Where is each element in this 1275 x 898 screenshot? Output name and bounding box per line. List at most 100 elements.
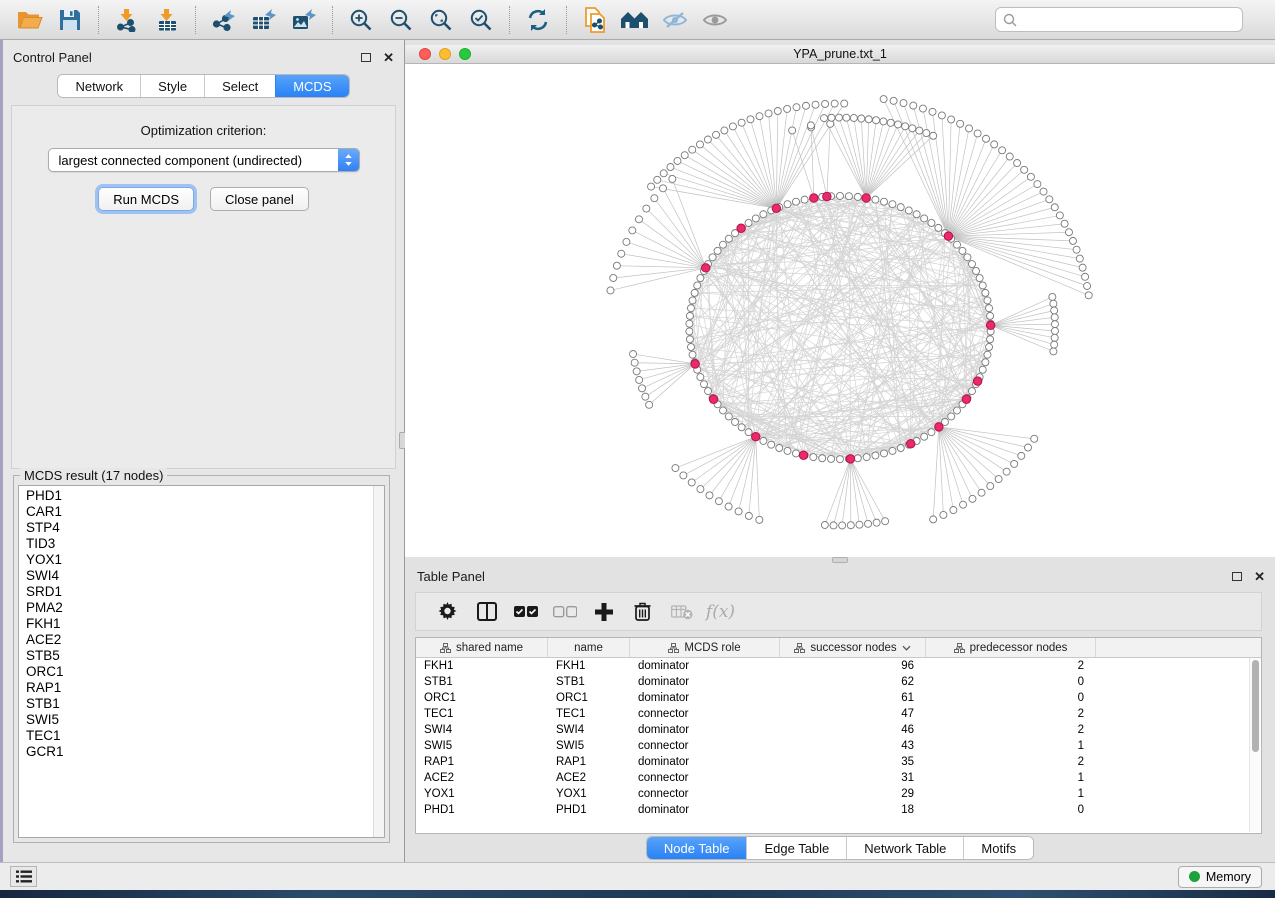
column-header-MCDS-role[interactable]: MCDS role [630,638,780,657]
leaf-node[interactable] [747,116,754,123]
leaf-node[interactable] [1006,153,1013,160]
column-header-predecessor-nodes[interactable]: predecessor nodes [926,638,1096,657]
table-scrollbar[interactable] [1249,658,1260,832]
ring-node[interactable] [954,407,961,414]
table-options-button[interactable] [428,596,467,628]
leaf-node[interactable] [1014,160,1021,167]
mcds-hub-node[interactable] [709,395,717,403]
save-session-button[interactable] [50,4,90,36]
leaf-node[interactable] [887,119,894,126]
ring-node[interactable] [784,447,791,454]
leaf-node[interactable] [633,368,640,375]
leaf-node[interactable] [969,495,976,502]
mcds-result-item[interactable]: SWI5 [26,712,373,728]
leaf-node[interactable] [843,114,850,121]
leaf-node[interactable] [894,121,901,128]
leaf-node[interactable] [607,287,614,294]
leaf-node[interactable] [865,520,872,527]
mcds-result-item[interactable]: SRD1 [26,584,373,600]
leaf-node[interactable] [1065,229,1072,236]
close-panel-button[interactable]: Close panel [210,187,309,211]
leaf-node[interactable] [1018,452,1025,459]
ring-node[interactable] [921,215,928,222]
leaf-node[interactable] [643,205,650,212]
leaf-node[interactable] [873,117,880,124]
table-row[interactable]: STB1STB1dominator620 [416,674,1261,690]
ring-node[interactable] [935,224,942,231]
mcds-hub-node[interactable] [935,423,943,431]
leaf-node[interactable] [1079,264,1086,271]
leaf-node[interactable] [1051,314,1058,321]
leaf-node[interactable] [812,101,819,108]
mcds-hub-node[interactable] [772,204,780,212]
table-row[interactable]: ORC1ORC1dominator610 [416,690,1261,706]
table-row[interactable]: YOX1YOX1connector291 [416,786,1261,802]
ring-node[interactable] [897,445,904,452]
ring-node[interactable] [959,247,966,254]
memory-button[interactable]: Memory [1178,866,1262,888]
ring-node[interactable] [979,282,986,289]
ring-node[interactable] [752,215,759,222]
import-network-button[interactable] [107,4,147,36]
close-table-panel-icon[interactable]: ✕ [1254,570,1265,583]
leaf-node[interactable] [850,114,857,121]
ring-node[interactable] [745,219,752,226]
leaf-node[interactable] [821,521,828,528]
run-mcds-button[interactable]: Run MCDS [98,187,194,211]
leaf-node[interactable] [793,104,800,111]
tab-motifs[interactable]: Motifs [963,837,1033,859]
import-table-button[interactable] [147,4,187,36]
table-row[interactable]: RAP1RAP1dominator352 [416,754,1261,770]
leaf-node[interactable] [784,105,791,112]
leaf-node[interactable] [1051,334,1058,341]
leaf-node[interactable] [715,498,722,505]
leaf-node[interactable] [902,123,909,130]
leaf-node[interactable] [930,516,937,523]
table-row[interactable]: SWI5SWI5connector431 [416,738,1261,754]
leaf-node[interactable] [831,100,838,107]
select-all-rows-button[interactable] [506,596,545,628]
open-file-button[interactable] [10,4,50,36]
table-row[interactable]: ACE2ACE2connector311 [416,770,1261,786]
ring-node[interactable] [880,198,887,205]
leaf-node[interactable] [835,114,842,121]
mcds-hub-node[interactable] [973,377,981,385]
table-row[interactable]: SWI4SWI4dominator462 [416,722,1261,738]
leaf-node[interactable] [1051,204,1058,211]
tab-edge-table[interactable]: Edge Table [746,837,846,859]
leaf-node[interactable] [1003,468,1010,475]
ring-node[interactable] [709,254,716,261]
horizontal-splitter-handle[interactable] [832,557,848,563]
leaf-node[interactable] [745,512,752,519]
ring-node[interactable] [984,351,991,358]
ring-node[interactable] [768,441,775,448]
leaf-node[interactable] [636,376,643,383]
delete-column-button[interactable] [623,596,662,628]
leaf-node[interactable] [674,157,681,164]
ring-node[interactable] [705,388,712,395]
mcds-hub-node[interactable] [962,395,970,403]
ring-node[interactable] [976,275,983,282]
leaf-node[interactable] [890,97,897,104]
ring-node[interactable] [719,407,726,414]
leaf-node[interactable] [948,116,955,123]
column-visibility-button[interactable] [467,596,506,628]
mcds-result-item[interactable]: ACE2 [26,632,373,648]
leaf-node[interactable] [756,113,763,120]
table-row[interactable]: FKH1FKH1dominator962 [416,658,1261,674]
leaf-node[interactable] [667,164,674,171]
ring-node[interactable] [694,282,701,289]
ring-node[interactable] [760,211,767,218]
mcds-hub-node[interactable] [862,194,870,202]
leaf-node[interactable] [930,132,937,139]
leaf-node[interactable] [669,175,676,182]
ring-node[interactable] [697,275,704,282]
ring-node[interactable] [828,455,835,462]
ring-node[interactable] [689,297,696,304]
leaf-node[interactable] [725,503,732,510]
leaf-node[interactable] [721,127,728,134]
ring-node[interactable] [854,193,861,200]
mcds-result-item[interactable]: STB1 [26,696,373,712]
mcds-hub-node[interactable] [823,192,831,200]
leaf-node[interactable] [1056,212,1063,219]
